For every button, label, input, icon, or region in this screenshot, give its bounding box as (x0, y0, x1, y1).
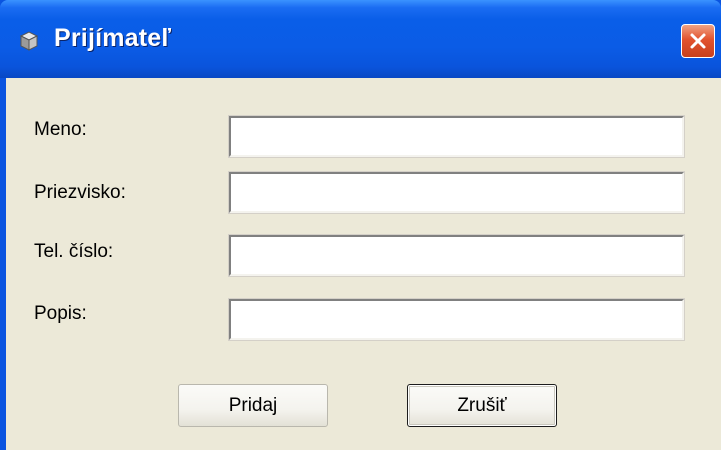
phone-number-label: Tel. číslo: (34, 241, 114, 262)
close-button[interactable] (681, 24, 715, 58)
cancel-button[interactable]: Zrušiť (407, 384, 557, 427)
first-name-label: Meno: (34, 119, 87, 140)
description-label: Popis: (34, 303, 87, 324)
last-name-label: Priezvisko: (34, 182, 126, 203)
title-bar[interactable]: Prijímateľ (0, 0, 721, 78)
add-button[interactable]: Pridaj (178, 384, 328, 427)
phone-number-input[interactable] (228, 234, 685, 277)
last-name-input[interactable] (228, 171, 685, 214)
dialog-body: Meno: Priezvisko: Tel. číslo: Popis: Pri… (6, 78, 721, 450)
window-title: Prijímateľ (54, 24, 172, 52)
app-icon (17, 29, 41, 53)
description-input[interactable] (228, 298, 685, 341)
first-name-input[interactable] (228, 115, 685, 158)
dialog-window: Prijímateľ Meno: Priezvisko: Tel. číslo:… (0, 0, 721, 450)
